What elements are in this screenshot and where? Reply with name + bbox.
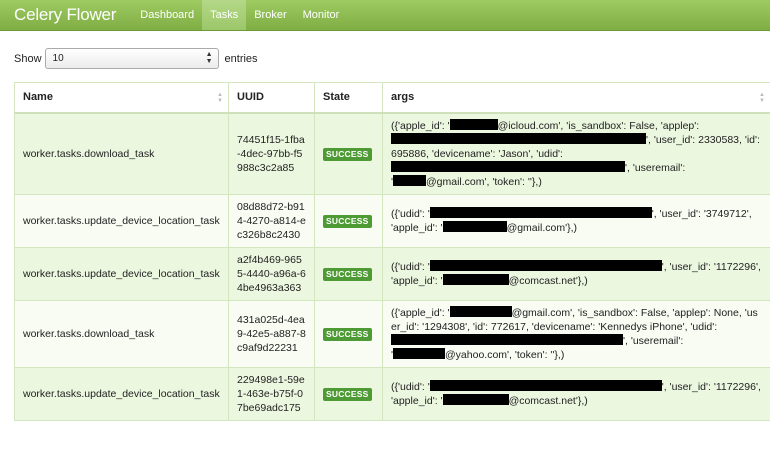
redaction-block [429, 206, 652, 218]
task-args: ({'udid': ' ', 'user_id': '1172296', 'app… [382, 246, 770, 301]
nav-tasks[interactable]: Tasks [202, 0, 247, 30]
status-badge: SUCCESS [323, 387, 372, 401]
page-size-select[interactable]: 10 ▲ ▼ [44, 48, 219, 69]
table-row[interactable]: worker.tasks.download_task 74451f15-1fba… [14, 112, 770, 195]
redaction-block [442, 220, 507, 232]
show-label: Show [14, 52, 42, 65]
task-state-cell: SUCCESS [314, 246, 383, 301]
status-badge: SUCCESS [323, 214, 372, 228]
nav-monitor[interactable]: Monitor [295, 0, 348, 30]
column-header-args[interactable]: args ▲ ▼ [382, 82, 770, 114]
main-nav: Dashboard Tasks Broker Monitor [132, 0, 347, 30]
redaction-block [449, 118, 498, 130]
redaction-block [391, 160, 625, 172]
redaction-block [429, 379, 662, 391]
redaction-block [442, 273, 509, 285]
task-state-cell: SUCCESS [314, 299, 383, 368]
task-name: worker.tasks.download_task [14, 299, 229, 368]
status-badge: SUCCESS [323, 327, 372, 341]
status-badge: SUCCESS [323, 147, 372, 161]
task-name: worker.tasks.update_device_location_task [14, 366, 229, 421]
table-length-control: Show 10 ▲ ▼ entries [14, 48, 258, 69]
task-uuid[interactable]: 229498e1-59e1-463e-b75f-07be69adc175 [228, 366, 315, 421]
task-name: worker.tasks.download_task [14, 112, 229, 195]
task-state-cell: SUCCESS [314, 366, 383, 421]
table-row[interactable]: worker.tasks.update_device_location_task… [14, 366, 770, 421]
entries-label: entries [224, 52, 258, 65]
top-navbar: Celery Flower Dashboard Tasks Broker Mon… [0, 0, 770, 31]
redaction-block [393, 174, 427, 186]
redaction-block [391, 333, 623, 345]
redaction-block [391, 132, 646, 144]
page-size-value: 10 [52, 53, 64, 64]
column-header-state[interactable]: State [314, 82, 383, 114]
task-state-cell: SUCCESS [314, 112, 383, 195]
task-uuid[interactable]: 431a025d-4ea9-42e5-a887-8c9af9d22231 [228, 299, 315, 368]
status-badge: SUCCESS [323, 267, 372, 281]
table-header-row: Name ▲ ▼ UUID State args ▲ ▼ [14, 82, 770, 114]
table-row[interactable]: worker.tasks.update_device_location_task… [14, 193, 770, 248]
sort-icon: ▲ ▼ [217, 92, 223, 104]
task-name: worker.tasks.update_device_location_task [14, 193, 229, 248]
task-uuid[interactable]: 74451f15-1fba-4dec-97bb-f5988c3c2a85 [228, 112, 315, 195]
task-uuid[interactable]: a2f4b469-9655-4440-a96a-64be4963a363 [228, 246, 315, 301]
task-args: ({'udid': ' ', 'user_id': '3749712', 'app… [382, 193, 770, 248]
app-brand[interactable]: Celery Flower [0, 0, 130, 30]
redaction-block [429, 259, 662, 271]
column-header-uuid[interactable]: UUID [228, 82, 315, 114]
nav-dashboard[interactable]: Dashboard [132, 0, 202, 30]
task-uuid[interactable]: 08d88d72-b914-4270-a814-ec326b8c2430 [228, 193, 315, 248]
task-args: ({'apple_id': ' @gmail.com', 'is_sandbox'… [382, 299, 770, 368]
table-row[interactable]: worker.tasks.download_task 431a025d-4ea9… [14, 299, 770, 368]
task-args: ({'apple_id': ' @icloud.com', 'is_sandbox… [382, 112, 770, 195]
nav-broker[interactable]: Broker [246, 0, 294, 30]
task-name: worker.tasks.update_device_location_task [14, 246, 229, 301]
tasks-table: Name ▲ ▼ UUID State args ▲ ▼ worker.tasks.do… [14, 82, 770, 421]
task-args: ({'udid': ' ', 'user_id': '1172296', 'app… [382, 366, 770, 421]
redaction-block [393, 347, 446, 359]
column-header-name[interactable]: Name ▲ ▼ [14, 82, 229, 114]
sort-icon: ▲ ▼ [759, 92, 765, 104]
select-arrows-icon: ▲ ▼ [205, 51, 213, 65]
task-state-cell: SUCCESS [314, 193, 383, 248]
redaction-block [442, 393, 509, 405]
redaction-block [449, 305, 512, 317]
table-row[interactable]: worker.tasks.update_device_location_task… [14, 246, 770, 301]
